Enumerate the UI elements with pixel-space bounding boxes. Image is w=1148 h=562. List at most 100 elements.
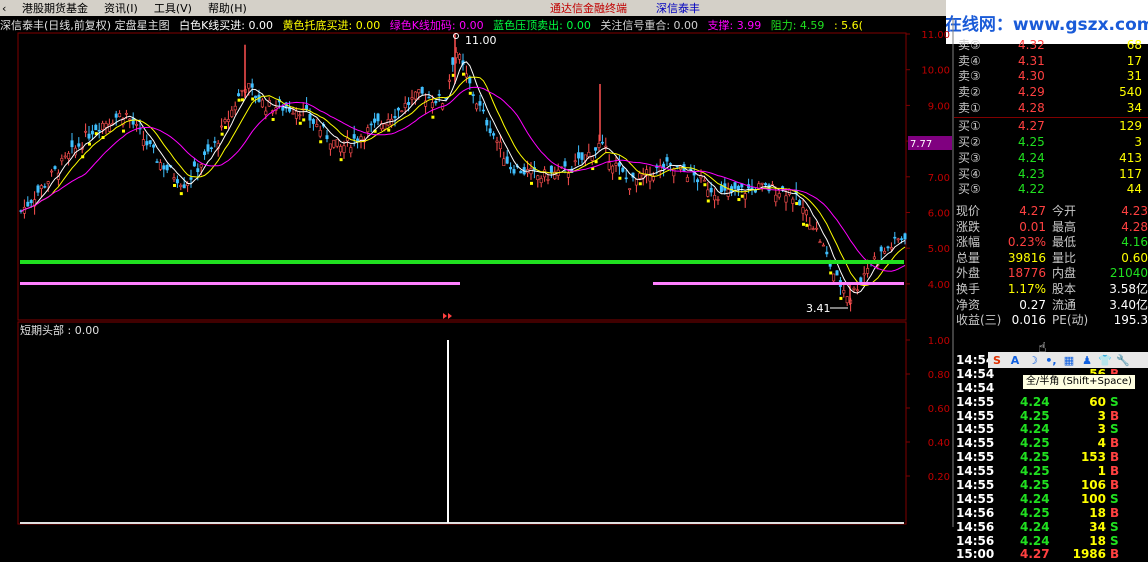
- candle-body: [50, 170, 54, 173]
- stat-key: 内盘: [1052, 266, 1077, 281]
- candle-body: [430, 102, 434, 109]
- level-volume: 31: [1126, 69, 1142, 84]
- stat-value: 4.16: [1121, 235, 1148, 250]
- tick-side: B: [1110, 464, 1120, 479]
- sell-level-row[interactable]: 卖⑤ 4.32 68: [954, 38, 1148, 54]
- buy-level-row[interactable]: 买⑤ 4.22 44: [954, 182, 1148, 198]
- tick-volume: 18: [1089, 533, 1106, 548]
- level-label: 卖②: [958, 85, 981, 100]
- candle-body: [264, 110, 268, 115]
- tick-volume: 1986: [1072, 547, 1106, 562]
- user-icon[interactable]: ♟: [1078, 354, 1096, 367]
- candle-body: [223, 119, 227, 123]
- sogou-logo-icon[interactable]: S: [988, 354, 1006, 367]
- candle-body: [801, 207, 805, 214]
- sell-level-row[interactable]: 卖② 4.29 540: [954, 85, 1148, 101]
- ind-tick-label: 0.80: [928, 370, 950, 381]
- stat-key: 股本: [1052, 281, 1077, 296]
- stat-row: 换手 1.17% 股本 3.58亿: [954, 282, 1148, 298]
- buy-level-row[interactable]: 买① 4.27 129: [954, 119, 1148, 135]
- tick-row: 14:55 4.24 60 S: [954, 394, 1148, 410]
- level-label: 买⑤: [958, 182, 981, 197]
- level-price: 4.24: [1018, 150, 1045, 165]
- tick-side: B: [1110, 436, 1120, 451]
- tick-price: 4.24: [1020, 422, 1050, 437]
- sell-level-row[interactable]: 卖④ 4.31 17: [954, 54, 1148, 70]
- level-label: 买④: [958, 166, 981, 181]
- candle-body: [546, 178, 550, 181]
- candle-body: [291, 112, 295, 115]
- candle-body: [774, 194, 778, 203]
- level-label: 买①: [958, 119, 981, 134]
- candle-body: [145, 141, 149, 146]
- keyboard-icon[interactable]: ▦: [1060, 354, 1078, 367]
- tick-row: 14:55 4.24 100 S: [954, 491, 1148, 507]
- tick-time: 14:55: [956, 408, 995, 423]
- tick-price: 4.24: [1020, 491, 1050, 506]
- stat-value: 195.3: [1113, 313, 1148, 328]
- sell-level-row[interactable]: 卖① 4.28 34: [954, 101, 1148, 117]
- tick-time: 14:55: [956, 450, 995, 465]
- candle-body: [417, 89, 421, 94]
- kline-chart[interactable]: 11.003.41 11.0010.009.008.007.006.005.00…: [0, 0, 954, 527]
- chart-overlay: 11.00 3.41: [20, 33, 904, 319]
- tick-row: 14:56 4.25 18 B: [954, 505, 1148, 521]
- candle-body: [845, 296, 849, 304]
- candle-body: [702, 179, 706, 182]
- skin-icon[interactable]: 👕: [1096, 354, 1114, 367]
- candle-body: [247, 83, 251, 89]
- buy-level-row[interactable]: 买② 4.25 3: [954, 135, 1148, 151]
- stat-value: 39816: [1007, 250, 1046, 265]
- chinese-mode-icon[interactable]: A: [1006, 354, 1024, 367]
- level-volume: 44: [1126, 182, 1142, 197]
- signal-dot: [339, 158, 343, 162]
- tool-icon[interactable]: 🔧: [1114, 354, 1132, 367]
- candle-body: [26, 201, 30, 207]
- tick-row: 15:00 4.27 1986 B: [954, 548, 1148, 562]
- tick-price: 4.24: [1020, 519, 1050, 534]
- candle-body: [471, 94, 475, 97]
- tick-time: 14:56: [956, 505, 995, 520]
- candle-body: [481, 109, 485, 112]
- tick-time: 14:56: [956, 519, 995, 534]
- tick-time: 14:55: [956, 394, 995, 409]
- candle-body: [485, 119, 489, 126]
- tick-price: 4.25: [1020, 436, 1050, 451]
- candle-body: [84, 130, 88, 133]
- buy-level-row[interactable]: 买③ 4.24 413: [954, 151, 1148, 167]
- candle-body: [206, 144, 210, 152]
- candle-body: [175, 179, 179, 184]
- ime-toolbar[interactable]: S A ☽ •, ▦ ♟ 👕 🔧: [988, 352, 1148, 368]
- stat-value: 3.58亿: [1109, 281, 1148, 296]
- signal-dot: [829, 271, 833, 275]
- tick-side: B: [1110, 408, 1120, 423]
- candle-body: [437, 94, 441, 96]
- candle-body: [777, 193, 781, 198]
- candle-body: [492, 133, 496, 136]
- candle-body: [811, 228, 815, 230]
- tick-time: 14:54: [956, 380, 995, 395]
- candle-body: [879, 246, 883, 252]
- high-price-label: 11.00: [465, 34, 497, 47]
- candle-body: [866, 268, 870, 274]
- stat-key: 涨跌: [956, 219, 981, 234]
- candle-body: [614, 162, 618, 166]
- mouse-cursor-icon: ☝: [1038, 340, 1047, 356]
- candle-body: [713, 195, 717, 201]
- stat-key: 最高: [1052, 219, 1077, 234]
- candle-body: [407, 102, 411, 105]
- candle-body: [356, 138, 360, 142]
- stat-row: 收益(三) 0.016 PE(动) 195.3: [954, 313, 1148, 329]
- candle-body: [233, 105, 237, 111]
- candle-body: [342, 145, 346, 153]
- stat-key: PE(动): [1052, 313, 1089, 328]
- sell-level-row[interactable]: 卖③ 4.30 31: [954, 69, 1148, 85]
- tick-side: S: [1110, 394, 1119, 409]
- tick-volume: 106: [1080, 478, 1106, 493]
- candle-body: [852, 287, 856, 290]
- candle-body: [118, 113, 122, 117]
- candle-body: [318, 129, 322, 137]
- buy-level-row[interactable]: 买④ 4.23 117: [954, 167, 1148, 183]
- tick-side: S: [1110, 533, 1119, 548]
- candle-body: [821, 244, 825, 247]
